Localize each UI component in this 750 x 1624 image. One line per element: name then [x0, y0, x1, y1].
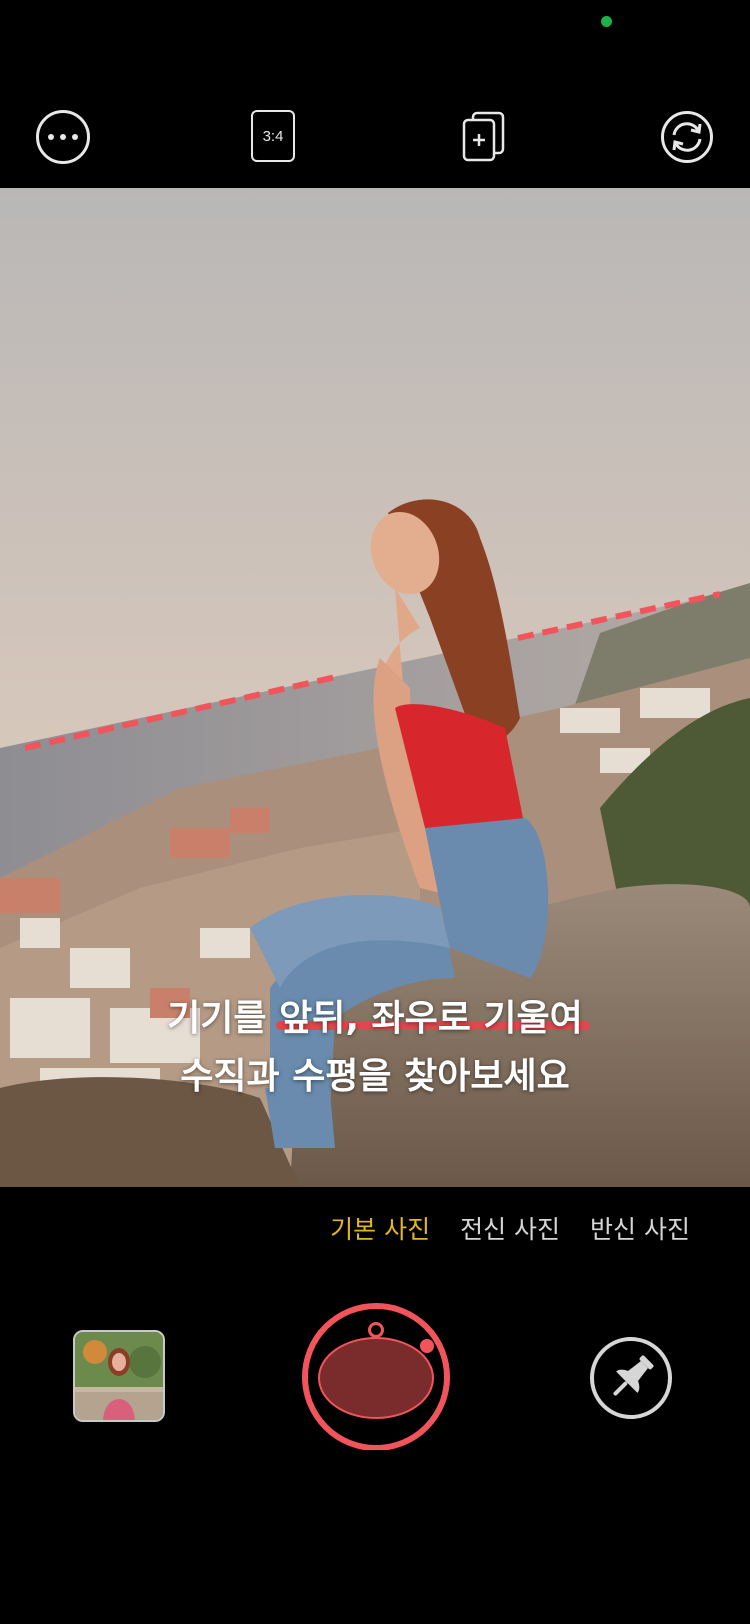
more-options-button[interactable] [36, 110, 90, 164]
add-layer-button[interactable] [461, 110, 507, 162]
gallery-thumbnail-button[interactable] [73, 1330, 165, 1422]
top-toolbar: 3:4 [0, 100, 750, 180]
mode-half-body-photo[interactable]: 반신 사진 [590, 1210, 690, 1246]
shutter-button[interactable] [301, 1300, 451, 1451]
last-photo-thumbnail [75, 1332, 163, 1420]
hint-line-2: 수직과 수평을 찾아보세요 [180, 1056, 570, 1097]
switch-camera-icon [661, 111, 713, 163]
aspect-ratio-label: 3:4 [262, 127, 284, 145]
hint-line-1: 기기를 앞뒤, 좌우로 기울여 [167, 998, 583, 1039]
pin-button[interactable] [589, 1336, 673, 1420]
add-layer-icon [462, 111, 505, 162]
shooting-mode-selector: 기본 사진 전신 사진 반신 사진 [330, 1210, 690, 1246]
mode-full-body-photo[interactable]: 전신 사진 [460, 1210, 560, 1246]
aspect-ratio-button[interactable]: 3:4 [251, 110, 295, 162]
camera-active-indicator [601, 16, 612, 27]
more-icon [48, 134, 54, 140]
pin-icon [590, 1337, 672, 1419]
mode-basic-photo[interactable]: 기본 사진 [330, 1210, 430, 1246]
switch-camera-button[interactable] [660, 110, 714, 164]
tilt-hint-text: 기기를 앞뒤, 좌우로 기울여 수직과 수평을 찾아보세요 [0, 990, 750, 1106]
shutter-icon [302, 1303, 450, 1451]
